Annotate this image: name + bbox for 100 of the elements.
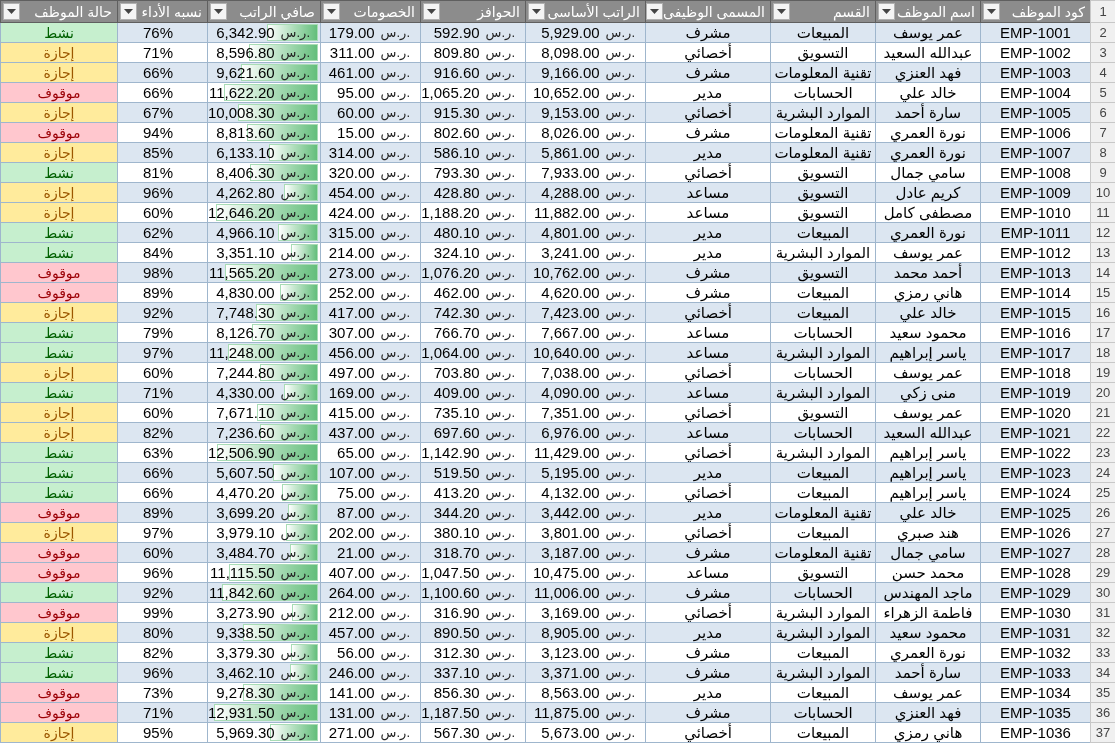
employee-name: عمر يوسف bbox=[875, 402, 981, 423]
department-name: المبيعات bbox=[770, 722, 876, 743]
job-title: مشرف bbox=[645, 22, 771, 43]
filter-dropdown-button[interactable] bbox=[878, 3, 895, 20]
currency-symbol: ر.س. bbox=[485, 205, 515, 220]
currency-symbol: ر.س. bbox=[380, 145, 410, 160]
department-name: التسويق bbox=[770, 162, 876, 183]
employee-name: عمر يوسف bbox=[875, 242, 981, 263]
filter-dropdown-button[interactable] bbox=[528, 3, 545, 20]
bonus-amount: 742.30 bbox=[433, 304, 480, 321]
currency-symbol: ر.س. bbox=[485, 565, 515, 580]
net-salary-amount: 4,830.00 bbox=[216, 284, 275, 301]
deduction-amount: 497.00 bbox=[328, 364, 375, 381]
net-salary-amount: 11,622.20 bbox=[209, 84, 275, 101]
currency-symbol: ر.س. bbox=[485, 145, 515, 160]
salary-amount: 11,006.00 bbox=[534, 584, 600, 601]
net-salary-amount: 11,115.50 bbox=[210, 564, 275, 581]
caret-icon bbox=[427, 8, 436, 15]
status-cell: إجازة bbox=[0, 722, 118, 743]
employee-code: EMP-1012 bbox=[980, 242, 1091, 263]
employee-name: عمر يوسف bbox=[875, 682, 981, 703]
employee-name: محمود سعيد bbox=[875, 322, 981, 343]
currency-symbol: ر.س. bbox=[280, 705, 310, 720]
filter-dropdown-button[interactable] bbox=[120, 3, 137, 20]
currency-symbol: ر.س. bbox=[605, 605, 635, 620]
employee-name: عمر يوسف bbox=[875, 362, 981, 383]
bonus-amount: 380.10 bbox=[433, 524, 480, 541]
employee-code: EMP-1022 bbox=[980, 442, 1091, 463]
currency-symbol: ر.س. bbox=[280, 125, 310, 140]
employee-code: EMP-1024 bbox=[980, 482, 1091, 503]
currency-symbol: ر.س. bbox=[605, 565, 635, 580]
deduction-amount: 417.00 bbox=[328, 304, 375, 321]
currency-symbol: ر.س. bbox=[605, 705, 635, 720]
salary-amount: 8,905.00 bbox=[541, 624, 600, 641]
filter-dropdown-button[interactable] bbox=[423, 3, 440, 20]
bonus-amount: 1,188.20 bbox=[421, 204, 480, 221]
status-cell: إجازة bbox=[0, 622, 118, 643]
filter-dropdown-button[interactable] bbox=[983, 3, 1000, 20]
status-cell: إجازة bbox=[0, 182, 118, 203]
employee-code: EMP-1036 bbox=[980, 722, 1091, 743]
employee-name: فاطمة الزهراء bbox=[875, 602, 981, 623]
status-cell: إجازة bbox=[0, 422, 118, 443]
column-header: كود الموظف bbox=[1011, 3, 1086, 20]
salary-amount: 3,801.00 bbox=[541, 524, 600, 541]
currency-symbol: ر.س. bbox=[605, 385, 635, 400]
employee-code: EMP-1020 bbox=[980, 402, 1091, 423]
bonus-amount: 809.80 bbox=[433, 44, 480, 61]
status-cell: نشط bbox=[0, 442, 118, 463]
caret-icon bbox=[124, 8, 133, 15]
currency-symbol: ر.س. bbox=[380, 645, 410, 660]
deduction-amount: 21.00 bbox=[337, 544, 375, 561]
currency-symbol: ر.س. bbox=[485, 505, 515, 520]
department-name: الموارد البشرية bbox=[770, 602, 876, 623]
deduction-amount: 437.00 bbox=[328, 424, 375, 441]
bonus-amount: 316.90 bbox=[433, 604, 480, 621]
employee-name: عبدالله السعيد bbox=[875, 42, 981, 63]
status-cell: نشط bbox=[0, 242, 118, 263]
currency-symbol: ر.س. bbox=[485, 245, 515, 260]
currency-symbol: ر.س. bbox=[380, 305, 410, 320]
currency-symbol: ر.س. bbox=[485, 685, 515, 700]
currency-symbol: ر.س. bbox=[380, 45, 410, 60]
net-salary-amount: 4,470.20 bbox=[216, 484, 275, 501]
net-salary-amount: 7,671.10 bbox=[216, 404, 275, 421]
department-name: الحسابات bbox=[770, 322, 876, 343]
filter-dropdown-button[interactable] bbox=[646, 3, 664, 20]
filter-dropdown-button[interactable] bbox=[773, 3, 790, 20]
employee-code: EMP-1030 bbox=[980, 602, 1091, 623]
caret-icon bbox=[7, 8, 16, 15]
filter-dropdown-button[interactable] bbox=[3, 3, 20, 20]
currency-symbol: ر.س. bbox=[485, 185, 515, 200]
salary-amount: 3,442.00 bbox=[541, 504, 600, 521]
currency-symbol: ر.س. bbox=[605, 305, 635, 320]
currency-symbol: ر.س. bbox=[380, 685, 410, 700]
currency-symbol: ر.س. bbox=[280, 145, 310, 160]
salary-amount: 4,620.00 bbox=[541, 284, 600, 301]
filter-dropdown-button[interactable] bbox=[210, 3, 227, 20]
net-salary-amount: 4,966.10 bbox=[216, 224, 275, 241]
deduction-amount: 271.00 bbox=[328, 724, 375, 741]
status-cell: إجازة bbox=[0, 62, 118, 83]
employee-name: مصطفى كامل bbox=[875, 202, 981, 223]
department-name: المبيعات bbox=[770, 22, 876, 43]
currency-symbol: ر.س. bbox=[485, 305, 515, 320]
currency-symbol: ر.س. bbox=[380, 445, 410, 460]
currency-symbol: ر.س. bbox=[485, 725, 515, 740]
department-name: تقنية المعلومات bbox=[770, 502, 876, 523]
currency-symbol: ر.س. bbox=[280, 425, 310, 440]
department-name: المبيعات bbox=[770, 522, 876, 543]
currency-symbol: ر.س. bbox=[605, 345, 635, 360]
filter-dropdown-button[interactable] bbox=[323, 3, 340, 20]
department-name: التسويق bbox=[770, 42, 876, 63]
bonus-amount: 1,065.20 bbox=[421, 84, 480, 101]
currency-symbol: ر.س. bbox=[280, 585, 310, 600]
employee-code: EMP-1021 bbox=[980, 422, 1091, 443]
net-salary-amount: 6,342.90 bbox=[216, 24, 275, 41]
status-cell: إجازة bbox=[0, 142, 118, 163]
employee-code: EMP-1033 bbox=[980, 662, 1091, 683]
bonus-amount: 1,064.00 bbox=[421, 344, 480, 361]
currency-symbol: ر.س. bbox=[485, 545, 515, 560]
bonus-amount: 519.50 bbox=[433, 464, 480, 481]
bonus-amount: 1,047.50 bbox=[421, 564, 480, 581]
